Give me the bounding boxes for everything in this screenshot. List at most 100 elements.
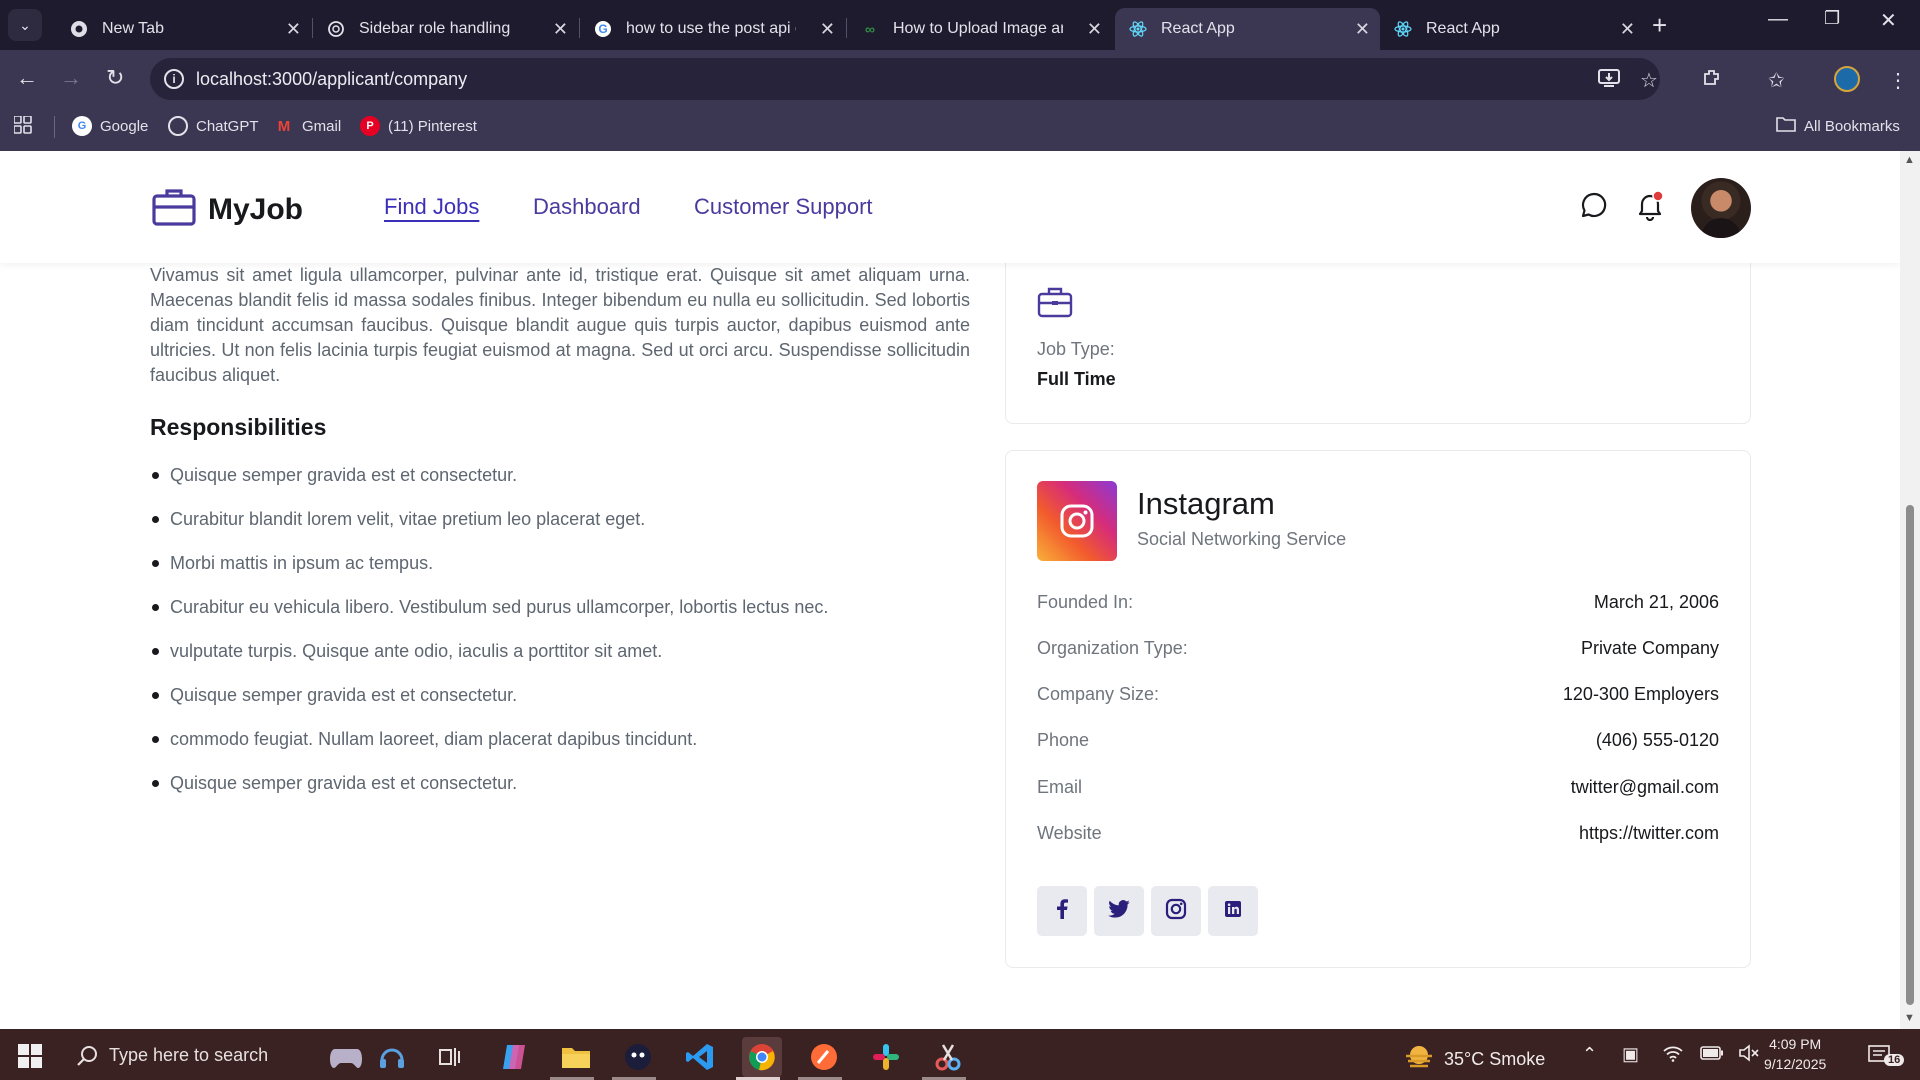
all-bookmarks-label: All Bookmarks [1804,117,1900,135]
close-icon[interactable]: ✕ [286,19,301,40]
bookmark-chatgpt[interactable]: ChatGPT [168,116,259,136]
nav-dashboard[interactable]: Dashboard [533,194,641,220]
tab-geeksforgeeks[interactable]: ∞ How to Upload Image and ✕ [847,8,1112,50]
bookmark-gmail[interactable]: M Gmail [274,116,341,136]
nav-customer-support[interactable]: Customer Support [694,194,873,220]
info-key: Email [1037,777,1083,797]
snipping-tool-icon[interactable] [928,1037,968,1077]
gmail-icon: M [277,117,291,135]
new-tab-button[interactable]: + [1652,10,1667,41]
site-header: MyJob Find Jobs Dashboard Customer Suppo… [0,151,1900,263]
tab-title: React App [1426,20,1500,37]
install-app-icon[interactable] [1598,68,1620,94]
info-row-org-type: Organization Type: Private Company [1037,638,1719,664]
weather-widget[interactable]: 35°C Smoke [1404,1044,1545,1075]
tab-title: Sidebar role handling [359,20,511,37]
scroll-up-arrow[interactable]: ▲ [1904,154,1915,166]
scroll-down-arrow[interactable]: ▼ [1904,1012,1915,1024]
game-bar-icon[interactable] [326,1037,366,1077]
meet-now-icon[interactable]: ▣ [1622,1044,1639,1065]
chatgpt-icon [168,116,188,136]
tab-react-app-active[interactable]: React App ✕ [1115,8,1380,50]
file-explorer-icon[interactable] [556,1037,596,1077]
react-icon [1394,20,1412,38]
profile-avatar[interactable] [1834,66,1860,92]
info-value: (406) 555-0120 [1595,730,1719,750]
back-button[interactable]: ← [16,65,38,91]
user-avatar[interactable] [1691,178,1751,238]
briefcase-icon [152,187,196,232]
close-icon[interactable]: ✕ [1355,19,1370,40]
more-menu-icon[interactable]: ⋮ [1888,68,1908,93]
linkedin-button[interactable] [1208,886,1258,936]
chrome-taskbar-icon[interactable] [742,1037,782,1077]
tab-new-tab[interactable]: New Tab ✕ [56,8,311,50]
wifi-icon[interactable] [1662,1044,1684,1067]
bookmark-label: Gmail [302,117,342,135]
react-icon [1129,20,1147,38]
nav-find-jobs[interactable]: Find Jobs [384,194,479,220]
all-bookmarks-button[interactable]: All Bookmarks [1776,116,1900,136]
tab-sidebar-role[interactable]: Sidebar role handling ✕ [313,8,578,50]
apps-icon[interactable] [14,116,32,134]
facebook-button[interactable] [1037,886,1087,936]
copilot-icon[interactable] [494,1037,534,1077]
tab-title: how to use the post api of [626,20,796,37]
system-clock[interactable]: 4:09 PM 9/12/2025 [1764,1034,1826,1074]
instagram-button[interactable] [1151,886,1201,936]
instagram-icon [1060,504,1094,538]
close-icon[interactable]: ✕ [1087,19,1102,40]
info-row-phone: Phone (406) 555-0120 [1037,730,1719,756]
close-window-button[interactable]: ✕ [1880,8,1897,33]
slack-icon[interactable] [866,1037,906,1077]
chat-icon[interactable] [1580,191,1608,224]
extensions-icon[interactable] [1702,68,1722,94]
notification-bell-icon[interactable] [1636,190,1664,226]
notification-count-badge: 16 [1884,1054,1905,1066]
pinterest-icon: P [360,116,380,136]
company-subtitle: Social Networking Service [1137,529,1347,549]
info-value[interactable]: https://twitter.com [1579,823,1719,844]
close-icon[interactable]: ✕ [1620,19,1635,40]
info-value: 120-300 Employers [1562,684,1719,704]
tab-search-button[interactable]: ⌄ [8,9,42,41]
task-view-icon[interactable] [430,1037,470,1077]
info-row-founded: Founded In: March 21, 2006 [1037,592,1719,618]
battery-icon[interactable] [1700,1044,1724,1065]
postman-icon[interactable] [804,1037,844,1077]
scrollbar-thumb[interactable] [1906,505,1914,1005]
tab-title: New Tab [102,20,164,37]
info-row-size: Company Size: 120-300 Employers [1037,684,1719,710]
postman-style-app-icon[interactable] [618,1037,658,1077]
headset-icon[interactable] [372,1037,412,1077]
vscode-icon[interactable] [680,1037,720,1077]
list-item: commodo feugiat. Nullam laoreet, diam pl… [150,727,970,771]
info-key: Company Size: [1037,684,1160,704]
bookmark-google[interactable]: G Google [72,116,148,136]
tab-react-app[interactable]: React App ✕ [1380,8,1645,50]
info-row-website: Website https://twitter.com [1037,823,1719,849]
weather-haze-icon [1404,1044,1434,1075]
tab-title: React App [1161,20,1235,37]
site-info-icon[interactable]: i [164,69,184,89]
svg-text:G: G [598,22,607,36]
notification-center-button[interactable]: 16 [1868,1044,1905,1066]
list-item: vulputate turpis. Quisque ante odio, iac… [150,639,970,683]
bookmarks-manager-icon[interactable]: ✩ [1768,68,1785,93]
close-icon[interactable]: ✕ [553,19,568,40]
tab-google-search[interactable]: G how to use the post api of ✕ [580,8,845,50]
close-icon[interactable]: ✕ [820,19,835,40]
windows-start-button[interactable] [18,1044,42,1068]
minimize-button[interactable]: — [1768,8,1788,31]
chevron-up-icon[interactable]: ⌃ [1582,1044,1597,1065]
bookmark-star-icon[interactable]: ☆ [1640,68,1658,93]
site-logo[interactable]: MyJob [152,187,303,232]
forward-button[interactable]: → [60,65,82,91]
bookmark-pinterest[interactable]: P (11) Pinterest [360,116,477,136]
volume-muted-icon[interactable] [1738,1044,1760,1067]
address-bar[interactable]: i localhost:3000/applicant/company [150,58,1660,100]
twitter-button[interactable] [1094,886,1144,936]
reload-button[interactable]: ↻ [106,65,124,91]
restore-button[interactable]: ❐ [1824,8,1840,29]
url-text[interactable]: localhost:3000/applicant/company [196,69,467,90]
